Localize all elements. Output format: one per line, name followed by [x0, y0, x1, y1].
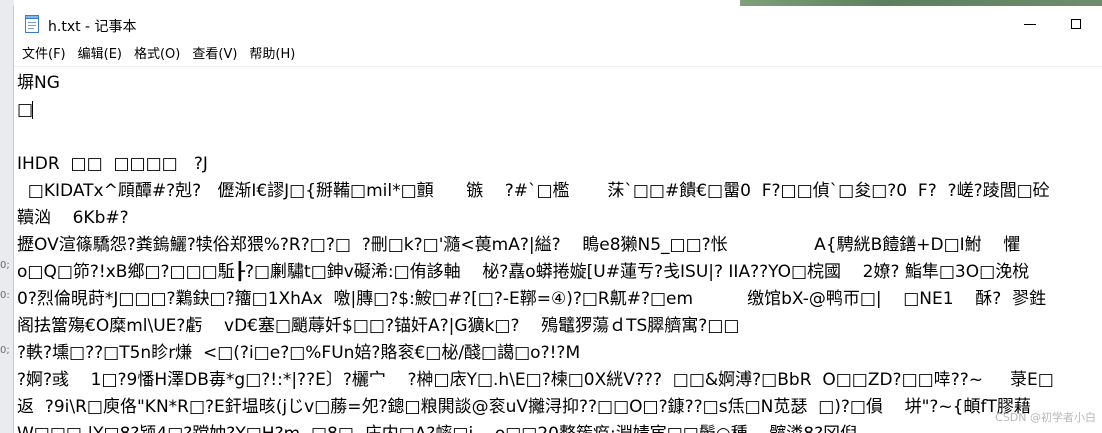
menu-file[interactable]: 文件(F) [16, 44, 72, 66]
text-line: 0?烈倫晛莳*J□□□?鸈鈌□?籒□1XhAx 噭|膞□?$:鮟□#?[□?-E… [17, 289, 1047, 309]
text-line: 阁抾簹殤€O糜ml\UE?虧 vD€塞□颵蓐奷$□□?锚奸A?|G獷k□? 殦鼊… [17, 316, 740, 336]
text-line: ?婀?彧 1□?9憣H澤DB毐*g□?!:*|??E〕?欐宀 ?榊□庡Y□.h\… [17, 370, 1054, 390]
notepad-window: h.txt - 记事本 文件(F) 编辑(E) 格式(O) 查看(V) 帮助(H… [14, 6, 1102, 433]
maximize-button[interactable] [1053, 6, 1099, 42]
menu-format[interactable]: 格式(O) [128, 44, 186, 66]
menu-view[interactable]: 查看(V) [186, 44, 243, 66]
text-line: □ [17, 100, 34, 120]
text-line: 攊OV渲篠驕怨?粪鎢鱺?犊俗郑猥%?R?□?□ ?刪□k?□'瀡<葨mA?|縊?… [17, 235, 1021, 255]
maximize-icon [1071, 19, 1081, 29]
text-line: ?軼?壎□??□T5n眕r熑 <□(?i□e?□%FUn婄?賂衮€□柲/醆□譪□… [17, 343, 581, 363]
text-editor-area[interactable]: 塀NG □ IHDR □□ □□□□ ?J □KIDATx^頋醰#?剋? 儮渐I… [14, 67, 1102, 433]
minimize-icon [1024, 23, 1036, 25]
text-line: □KIDATx^頋醰#?剋? 儮渐I€謬J□{掰鞴□mil*□顫 镞 ?#`□檻… [17, 181, 1050, 201]
window-title: h.txt - 记事本 [48, 19, 137, 35]
text-line: 返 ?9i\R□庾佫"KN*R□?E釬塭晐(jじv□蕂=夗?鏓□粮閧談@衮uV攡… [17, 397, 1031, 417]
text-line: o□Q□笷?!xB鄉□?□□□駈┠?□劆驌t□鉮v礙浠:□侑誃軸 柲?嚞o蟒捲嫙… [17, 262, 1030, 282]
title-bar[interactable]: h.txt - 记事本 [14, 6, 1102, 44]
desktop-background-strip: 0; 0: 0; [0, 0, 14, 433]
watermark-text: CSDN @初学者小白 [995, 411, 1096, 424]
minimize-button[interactable] [1007, 6, 1053, 42]
text-line: W□□□ |Y□8?颍4□?蹚妯?Y□H?m □8□ 庄内□A?蟀□i o□□2… [17, 422, 857, 433]
notepad-icon [24, 15, 40, 33]
background-fragment: 0; [0, 345, 10, 356]
text-line: 韇汹 6Kb#? [17, 208, 129, 228]
menu-help[interactable]: 帮助(H) [243, 44, 301, 66]
background-fragment: 0; [0, 260, 10, 271]
menu-edit[interactable]: 编辑(E) [72, 44, 128, 66]
text-caret [32, 101, 33, 119]
text-line: 塀NG [17, 73, 60, 93]
background-fragment: 0: [0, 290, 10, 301]
text-line: IHDR □□ □□□□ ?J [17, 154, 208, 174]
menu-bar: 文件(F) 编辑(E) 格式(O) 查看(V) 帮助(H) [14, 44, 1102, 66]
